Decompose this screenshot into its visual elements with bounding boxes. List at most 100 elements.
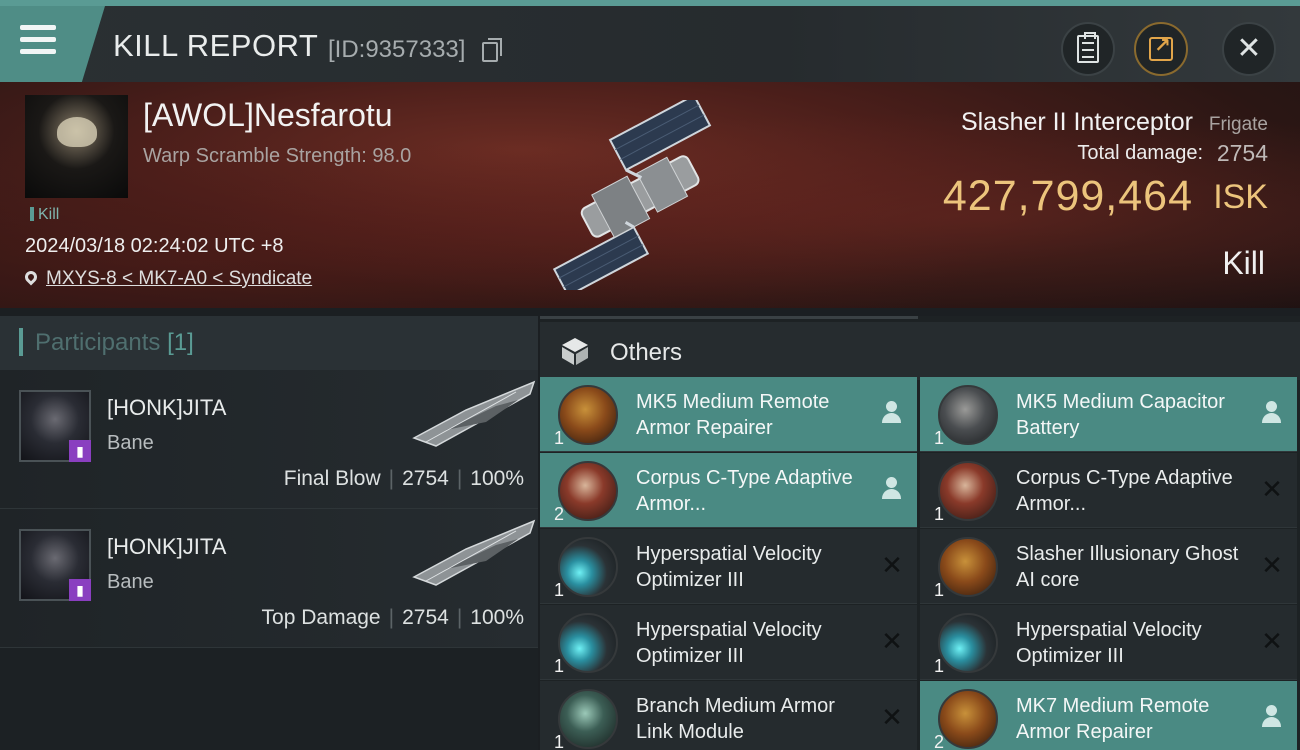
- menu-icon: [20, 25, 56, 61]
- item-name: Hyperspatial Velocity Optimizer III: [636, 543, 822, 591]
- participant-row[interactable]: ▮ [HONK]JITA Bane Final Blow | 2754 | 100%: [0, 370, 538, 509]
- share-icon: [1149, 33, 1173, 61]
- scroll-indicator: [540, 316, 918, 319]
- ship-name[interactable]: Slasher II Interceptor: [961, 108, 1193, 137]
- item-slot[interactable]: 2 MK7 Medium Remote Armor Repairer: [920, 681, 1297, 750]
- kill-location[interactable]: MXYS-8 < MK7-A0 < Syndicate: [22, 268, 312, 290]
- kill-datetime: 2024/03/18 02:24:02 UTC +8: [25, 235, 284, 257]
- participants-count: [1]: [167, 329, 194, 356]
- item-qty: 1: [554, 656, 565, 676]
- item-name: Corpus C-Type Adaptive Armor...: [636, 467, 853, 515]
- item-name: Slasher Illusionary Ghost AI core: [1016, 543, 1239, 591]
- item-slot[interactable]: 1 Hyperspatial Velocity Optimizer III ✕: [540, 605, 917, 680]
- participant-damage: 2754: [402, 606, 449, 629]
- item-qty: 1: [934, 504, 945, 524]
- item-slot[interactable]: 1 Branch Medium Armor Link Module ✕: [540, 681, 917, 750]
- item-qty: 1: [554, 732, 565, 750]
- location-link[interactable]: MXYS-8 < MK7-A0 < Syndicate: [46, 268, 312, 289]
- share-button[interactable]: [1134, 22, 1188, 76]
- participant-avatar[interactable]: ▮: [19, 529, 91, 601]
- total-damage-value: 2754: [1216, 140, 1268, 166]
- others-header: Others: [540, 322, 1300, 380]
- item-name: Corpus C-Type Adaptive Armor...: [1016, 467, 1233, 515]
- item-slot[interactable]: 1 Corpus C-Type Adaptive Armor... ✕: [920, 453, 1297, 528]
- top-bar: KILL REPORT [ID:9357333] ✕: [0, 0, 1300, 82]
- participants-header: Participants [1]: [0, 316, 538, 370]
- person-icon: [1261, 401, 1283, 425]
- item-slot[interactable]: 1 MK5 Medium Remote Armor Repairer: [540, 377, 917, 452]
- participant-row[interactable]: ▮ [HONK]JITA Bane Top Damage | 2754 | 100%: [0, 509, 538, 648]
- victim-avatar[interactable]: [25, 95, 128, 198]
- participant-ship: Bane: [107, 571, 154, 593]
- capacitor-battery-icon: [938, 385, 998, 445]
- others-panel: Others 1 MK5 Medium Remote Armor Repaire…: [540, 316, 1300, 750]
- item-slot[interactable]: 1 Slasher Illusionary Ghost AI core ✕: [920, 529, 1297, 604]
- item-qty: 1: [934, 428, 945, 448]
- item-slot[interactable]: 2 Corpus C-Type Adaptive Armor...: [540, 453, 917, 528]
- participant-stats: Top Damage | 2754 | 100%: [261, 606, 524, 629]
- item-slot[interactable]: 1 MK5 Medium Capacitor Battery: [920, 377, 1297, 452]
- item-slot[interactable]: 1 Hyperspatial Velocity Optimizer III ✕: [920, 605, 1297, 680]
- ai-core-icon: [938, 537, 998, 597]
- close-icon: ✕: [1236, 32, 1262, 65]
- item-qty: 1: [934, 656, 945, 676]
- item-qty: 1: [554, 580, 565, 600]
- isk-unit: ISK: [1213, 178, 1268, 216]
- remote-repairer-icon: [558, 385, 618, 445]
- participant-name[interactable]: [HONK]JITA: [107, 395, 226, 421]
- participant-ship-icon: [412, 519, 536, 586]
- report-id: [ID:9357333]: [328, 36, 466, 63]
- security-badge-icon: ▮: [69, 579, 91, 601]
- person-icon: [881, 401, 903, 425]
- participant-ship: Bane: [107, 432, 154, 454]
- armor-link-icon: [558, 689, 618, 749]
- velocity-optimizer-icon: [938, 613, 998, 673]
- item-name: Branch Medium Armor Link Module: [636, 695, 835, 743]
- person-icon: [881, 477, 903, 501]
- destroyed-x-icon: ✕: [881, 626, 903, 656]
- participants-panel: Participants [1] ▮ [HONK]JITA Bane Final…: [0, 316, 538, 750]
- page-title: KILL REPORT: [113, 28, 319, 63]
- item-name: MK7 Medium Remote Armor Repairer: [1016, 695, 1210, 743]
- item-name: MK5 Medium Remote Armor Repairer: [636, 391, 830, 439]
- participant-role: Top Damage: [261, 606, 381, 629]
- item-qty: 2: [934, 732, 945, 750]
- location-pin-icon: [22, 268, 40, 286]
- destroyed-x-icon: ✕: [881, 702, 903, 732]
- destroyed-x-icon: ✕: [1261, 474, 1283, 504]
- item-name: MK5 Medium Capacitor Battery: [1016, 391, 1225, 439]
- clipboard-icon: [1077, 32, 1099, 63]
- isk-value: 427,799,464: [942, 172, 1193, 220]
- warp-scramble-strength: Warp Scramble Strength: 98.0: [143, 145, 412, 167]
- adaptive-armor-icon: [938, 461, 998, 521]
- participant-percent: 100%: [470, 606, 524, 629]
- participant-damage: 2754: [402, 467, 449, 490]
- person-icon: [1261, 705, 1283, 729]
- velocity-optimizer-icon: [558, 613, 618, 673]
- item-qty: 1: [934, 580, 945, 600]
- clipboard-button[interactable]: [1061, 22, 1115, 76]
- close-button[interactable]: ✕: [1222, 22, 1276, 76]
- participants-label: Participants: [35, 329, 161, 356]
- adaptive-armor-icon: [558, 461, 618, 521]
- victim-panel: [AWOL]Nesfarotu Warp Scramble Strength: …: [0, 82, 1300, 308]
- item-qty: 2: [554, 504, 565, 524]
- velocity-optimizer-icon: [558, 537, 618, 597]
- header-accent: [19, 328, 23, 356]
- cube-icon: [562, 338, 588, 365]
- destroyed-x-icon: ✕: [1261, 626, 1283, 656]
- participant-name[interactable]: [HONK]JITA: [107, 534, 226, 560]
- ship-image: [552, 100, 712, 290]
- result-label: Kill: [1222, 245, 1265, 281]
- participant-avatar[interactable]: ▮: [19, 390, 91, 462]
- participant-ship-icon: [412, 380, 536, 447]
- participant-percent: 100%: [470, 467, 524, 490]
- copy-icon[interactable]: [482, 38, 502, 62]
- participant-role: Final Blow: [283, 467, 381, 490]
- participant-stats: Final Blow | 2754 | 100%: [283, 467, 524, 490]
- item-slot[interactable]: 1 Hyperspatial Velocity Optimizer III ✕: [540, 529, 917, 604]
- item-qty: 1: [554, 428, 565, 448]
- victim-name[interactable]: [AWOL]Nesfarotu: [143, 97, 393, 134]
- total-damage-label: Total damage:: [1077, 142, 1203, 164]
- menu-button[interactable]: [0, 6, 105, 82]
